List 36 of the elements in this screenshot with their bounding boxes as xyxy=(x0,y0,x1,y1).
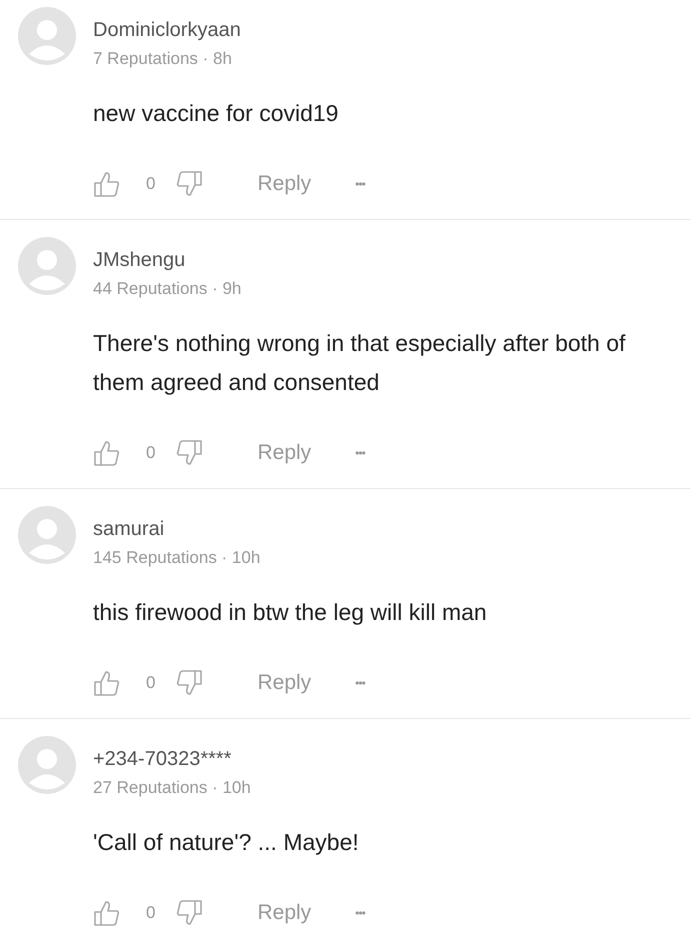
reply-button[interactable]: Reply xyxy=(257,172,312,196)
comment-text: new vaccine for covid19 xyxy=(93,99,340,128)
comment-meta: 145 Reputations · 10h xyxy=(93,547,260,569)
like-count: 0 xyxy=(146,903,156,923)
thumbs-down-icon[interactable] xyxy=(175,439,204,467)
thumbs-up-icon[interactable] xyxy=(93,899,121,927)
comment-text: 'Call of nature'? ... Maybe! xyxy=(93,828,360,857)
avatar-icon[interactable] xyxy=(18,237,76,295)
author-name[interactable]: JMshengu xyxy=(93,246,242,274)
author-name[interactable]: +234-70323**** xyxy=(93,745,251,773)
reply-button[interactable]: Reply xyxy=(257,901,312,925)
like-count: 0 xyxy=(146,443,156,463)
comment-meta: 7 Reputations · 8h xyxy=(93,48,233,70)
more-button[interactable]: ••• xyxy=(355,676,365,690)
author-name[interactable]: samurai xyxy=(93,515,260,543)
thumbs-down-icon[interactable] xyxy=(175,170,204,198)
comment-meta: 27 Reputations · 10h xyxy=(93,777,251,799)
comment-text: this firewood in btw the leg will kill man xyxy=(93,598,488,627)
thumbs-down-icon[interactable] xyxy=(175,899,204,927)
avatar-icon[interactable] xyxy=(18,736,76,794)
like-count: 0 xyxy=(146,673,156,693)
comment-meta: 44 Reputations · 9h xyxy=(93,278,242,300)
reply-button[interactable]: Reply xyxy=(257,441,312,465)
avatar-icon[interactable] xyxy=(18,506,76,564)
thumbs-up-icon[interactable] xyxy=(93,170,121,198)
like-count: 0 xyxy=(146,174,156,194)
more-button[interactable]: ••• xyxy=(355,906,365,920)
avatar-icon[interactable] xyxy=(18,7,76,65)
reply-button[interactable]: Reply xyxy=(257,671,312,695)
thumbs-up-icon[interactable] xyxy=(93,669,121,697)
comment-text: There's nothing wrong in that especially after both of them agreed and consented xyxy=(93,329,626,397)
more-button[interactable]: ••• xyxy=(355,446,365,460)
more-button[interactable]: ••• xyxy=(355,177,365,191)
thumbs-down-icon[interactable] xyxy=(175,669,204,697)
author-name[interactable]: Dominiclorkyaan xyxy=(93,16,241,44)
thumbs-up-icon[interactable] xyxy=(93,439,121,467)
